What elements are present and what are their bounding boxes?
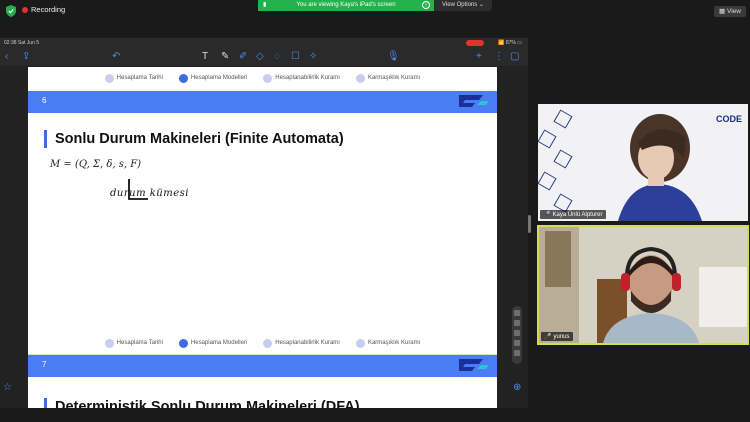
slide-header-7: 7 [28, 355, 497, 377]
background-cube-icon [553, 149, 573, 169]
video-tile-participant-2[interactable]: 🎤 yunus [537, 225, 749, 345]
slide-nav-bottom: Hesaplama Tarihi Hesaplama Modelleri Hes… [28, 335, 497, 351]
eraser-icon[interactable]: ◇ [256, 51, 264, 63]
battery-status: 📶 87% ▭ [498, 40, 522, 46]
view-button[interactable]: ▦ View [714, 6, 746, 17]
background-brand-text: CODE [715, 114, 742, 124]
zoom-top-bar: Recording ▮ You are viewing Kaya's iPad'… [0, 0, 750, 22]
slide-title: Deterministik Sonlu Durum Makineleri (DF… [44, 398, 360, 408]
slide-number: 6 [42, 96, 47, 105]
slide-header-6: 6 [28, 91, 497, 113]
undo-icon[interactable]: ↶ [112, 51, 120, 63]
slide-number: 7 [42, 360, 47, 369]
notes-toolbar: ‹ ⇪ ↶ T ✎ ✐ ◇ ◌ ☐ ✧ 🎙 + ⋮ ▢ [0, 48, 528, 66]
university-logo-icon [459, 359, 489, 371]
info-icon[interactable]: i [422, 1, 430, 9]
nav-item-complexity[interactable]: Karmaşıklık Kuramı [355, 73, 420, 83]
share-screen-icon: ▮ [263, 2, 267, 8]
mic-icon[interactable]: 🎙 [387, 51, 400, 63]
highlighter-icon[interactable]: ✐ [239, 51, 247, 63]
nav-dot-icon [355, 338, 365, 348]
slide-title: Sonlu Durum Makineleri (Finite Automata) [44, 130, 344, 148]
view-options-label: View Options [442, 2, 478, 8]
video-tile-participant-1[interactable]: CODE 🎤 Kaya Ünlü Alpturer [538, 104, 748, 221]
view-label: View [727, 8, 741, 15]
recording-indicator[interactable]: Recording [22, 5, 65, 14]
mic-icon: 🎤 [544, 334, 552, 340]
lasso-icon[interactable]: ◌ [274, 51, 280, 63]
share-banner-text: You are viewing Kaya's iPad's screen [296, 2, 396, 8]
add-page-icon[interactable]: + [476, 51, 482, 63]
pdf-document[interactable]: Hesaplama Tarihi Hesaplama Modelleri Hes… [28, 67, 497, 408]
splitter-handle[interactable] [528, 215, 531, 233]
pen-icon[interactable]: ✎ [221, 51, 229, 63]
more-icon[interactable]: ⋮ [494, 51, 504, 63]
shared-screen: 02:38 Sat Jun 5 📶 87% ▭ ‹ ⇪ ↶ T ✎ ✐ ◇ ◌ … [0, 38, 528, 408]
nav-dot-icon [104, 338, 114, 348]
nav-dot-active-icon [178, 338, 188, 348]
zoom-in-icon[interactable]: ⊕ [513, 382, 521, 393]
text-tool-icon[interactable]: T [202, 51, 208, 63]
nav-dot-icon [355, 73, 365, 83]
formula: M = (Q, Σ, δ, s, F) [50, 159, 142, 170]
nav-item-complexity[interactable]: Karmaşıklık Kuramı [355, 338, 420, 348]
slide-nav-top: Hesaplama Tarihi Hesaplama Modelleri Hes… [28, 70, 497, 86]
nav-item-computability[interactable]: Hesaplanabilirlik Kuramı [263, 338, 340, 348]
view-options-button[interactable]: View Options ⌄ [434, 0, 492, 11]
screen-share-banner: ▮ You are viewing Kaya's iPad's screen i [258, 0, 434, 11]
recording-label: Recording [31, 5, 66, 14]
sticker-icon[interactable]: ✧ [309, 51, 317, 63]
participant-name-tag: 🎤 Kaya Ünlü Alpturer [540, 210, 606, 219]
security-shield-icon[interactable] [6, 5, 16, 17]
shapes-icon[interactable]: ☐ [291, 51, 300, 63]
university-logo-icon [459, 95, 489, 107]
screen-record-pill [466, 40, 484, 46]
participant-video [618, 114, 702, 221]
nav-item-models[interactable]: Hesaplama Modelleri [178, 338, 247, 348]
nav-dot-icon [263, 73, 273, 83]
nav-dot-active-icon [178, 73, 188, 83]
handwritten-note: durum kümesi [110, 188, 189, 199]
page-scroller[interactable] [512, 306, 522, 364]
back-icon[interactable]: ‹ [5, 51, 8, 63]
share-icon[interactable]: ⇪ [22, 51, 30, 63]
participant-video [539, 227, 747, 343]
zoom-window: Recording ▮ You are viewing Kaya's iPad'… [0, 0, 750, 422]
nav-dot-icon [263, 338, 273, 348]
mic-icon: 🎤 [543, 212, 551, 218]
nav-item-computability[interactable]: Hesaplanabilirlik Kuramı [263, 73, 340, 83]
participant-name-tag: 🎤 yunus [541, 332, 573, 341]
nav-item-history[interactable]: Hesaplama Tarihi [104, 73, 163, 83]
favorite-icon[interactable]: ☆ [3, 382, 12, 393]
nav-dot-icon [104, 73, 114, 83]
background-cube-icon [553, 109, 573, 129]
pages-icon[interactable]: ▢ [510, 51, 519, 63]
grid-icon: ▦ [719, 8, 726, 15]
nav-item-models[interactable]: Hesaplama Modelleri [178, 73, 247, 83]
record-dot-icon [22, 6, 28, 13]
nav-item-history[interactable]: Hesaplama Tarihi [104, 338, 163, 348]
ipad-status-bar: 02:38 Sat Jun 5 📶 87% ▭ [0, 38, 528, 48]
background-cube-icon [538, 129, 557, 149]
background-cube-icon [538, 171, 557, 191]
status-time: 02:38 Sat Jun 5 [4, 40, 40, 46]
